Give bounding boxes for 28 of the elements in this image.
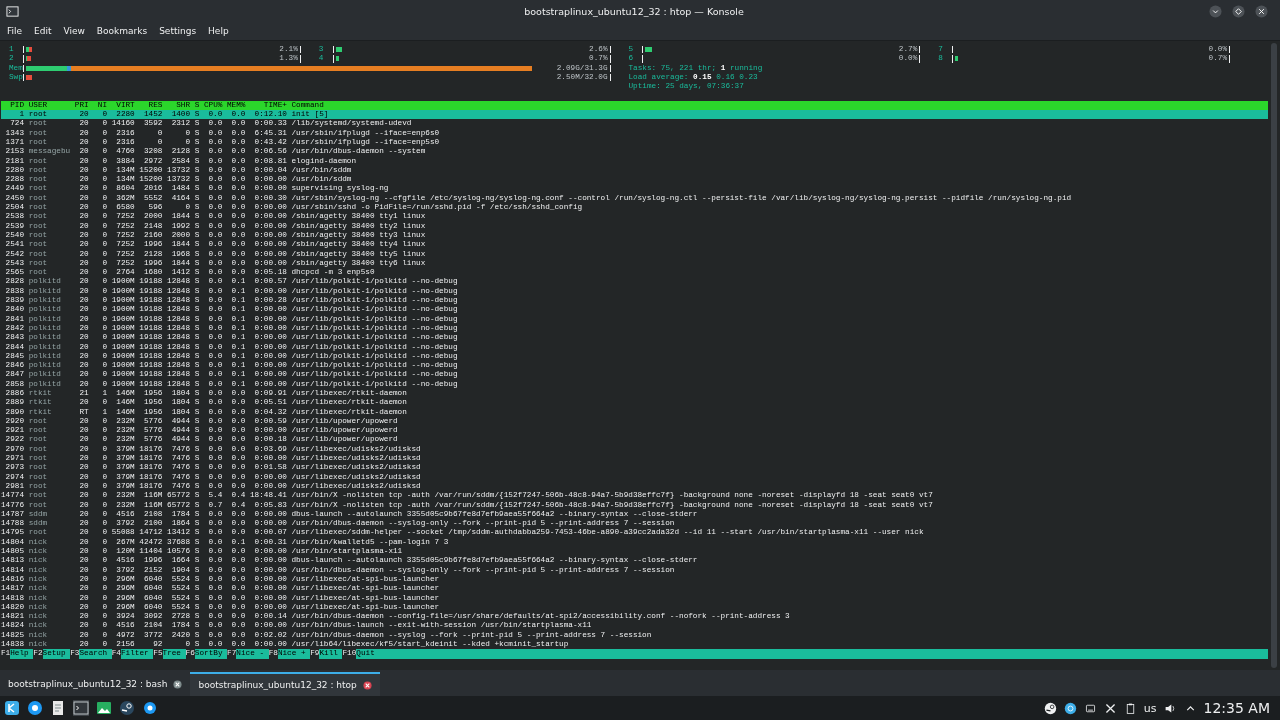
menu-item[interactable]: Edit [28,26,58,36]
close-button[interactable] [1255,4,1268,18]
terminal-icon [6,4,19,18]
app-launcher-icon[interactable] [4,700,20,716]
terminal-icon[interactable] [73,700,89,716]
image-icon[interactable] [96,700,112,716]
browser-icon[interactable] [27,700,43,716]
menu-item[interactable]: Help [202,26,235,36]
tab-label: bootstraplinux_ubuntu12_32 : htop [198,680,357,690]
tools-icon[interactable] [1103,701,1117,715]
menu-item[interactable]: View [57,26,91,36]
tab-label: bootstraplinux_ubuntu12_32 : bash [8,679,168,689]
menu-item[interactable]: Settings [153,26,203,36]
terminal-tab[interactable]: bootstraplinux_ubuntu12_32 : htop [190,672,380,696]
terminal-tab[interactable]: bootstraplinux_ubuntu12_32 : bash [0,672,191,696]
document-icon[interactable] [50,700,66,716]
steam-icon[interactable] [1043,701,1057,715]
menu-item[interactable]: Bookmarks [90,26,154,36]
menu-item[interactable]: File [1,26,29,36]
maximize-button[interactable] [1232,4,1245,18]
minimize-button[interactable] [1209,4,1222,18]
keyboard-layout[interactable]: us [1143,701,1157,715]
steam-icon[interactable] [119,700,135,716]
clock[interactable]: 12:35 AM [1203,700,1270,716]
close-tab-icon[interactable] [173,679,183,689]
scrollbar[interactable] [1271,43,1277,668]
window-title: bootstraplinux_ubuntu12_32 : htop — Konsole [524,5,744,17]
close-tab-icon[interactable] [362,680,372,690]
